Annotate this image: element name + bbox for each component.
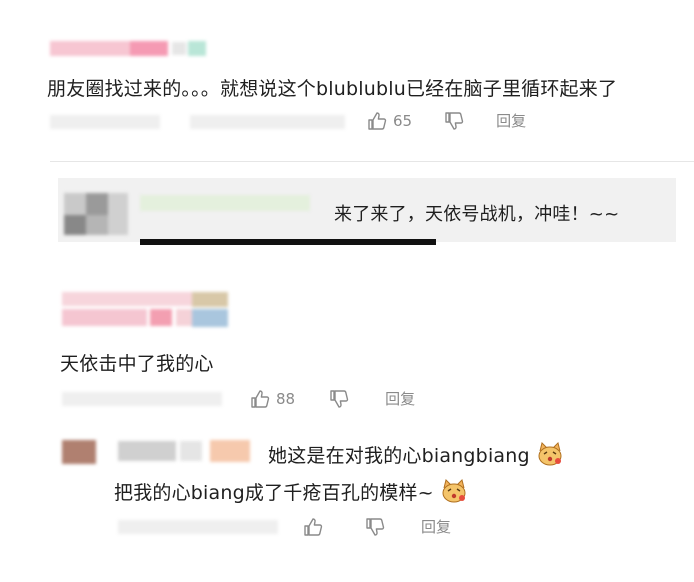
redaction-bar bbox=[140, 239, 436, 245]
like-count: 88 bbox=[276, 389, 296, 408]
reply-button[interactable]: 回复 bbox=[496, 110, 526, 131]
thumbs-down-icon[interactable] bbox=[444, 111, 464, 131]
emoji-face-icon bbox=[536, 441, 564, 472]
thumbs-down-icon[interactable] bbox=[329, 389, 349, 409]
thumbs-up-icon[interactable] bbox=[250, 389, 270, 409]
nested-reply-line1-text: 她这是在对我的心biangbiang bbox=[268, 445, 530, 467]
nested-reply-line2-text: 把我的心biang成了千疮百孔的模样~ bbox=[114, 482, 434, 504]
nested-reply-line1: 她这是在对我的心biangbiang bbox=[268, 441, 564, 472]
reply-actions: 回复 bbox=[303, 516, 451, 537]
comment-actions: 65 回复 bbox=[367, 110, 526, 131]
comment-actions: 88 回复 bbox=[250, 388, 415, 409]
emoji-face-icon bbox=[440, 478, 468, 509]
reply-preview-text: 来了来了，天依号战机，冲哇！~~ bbox=[334, 204, 620, 225]
like-count: 65 bbox=[393, 111, 413, 130]
thumbs-up-icon[interactable] bbox=[367, 111, 387, 131]
thumbs-up-icon[interactable] bbox=[303, 517, 323, 537]
comment-text: 朋友圈找过来的。。。就想说这个blublublu已经在脑子里循环起来了 bbox=[47, 78, 618, 100]
comment-text: 天依击中了我的心 bbox=[60, 353, 214, 375]
divider bbox=[50, 161, 694, 162]
reply-button[interactable]: 回复 bbox=[385, 388, 415, 409]
reply-button[interactable]: 回复 bbox=[421, 516, 451, 537]
nested-reply-line2: 把我的心biang成了千疮百孔的模样~ bbox=[114, 478, 468, 509]
thumbs-down-icon[interactable] bbox=[365, 517, 385, 537]
